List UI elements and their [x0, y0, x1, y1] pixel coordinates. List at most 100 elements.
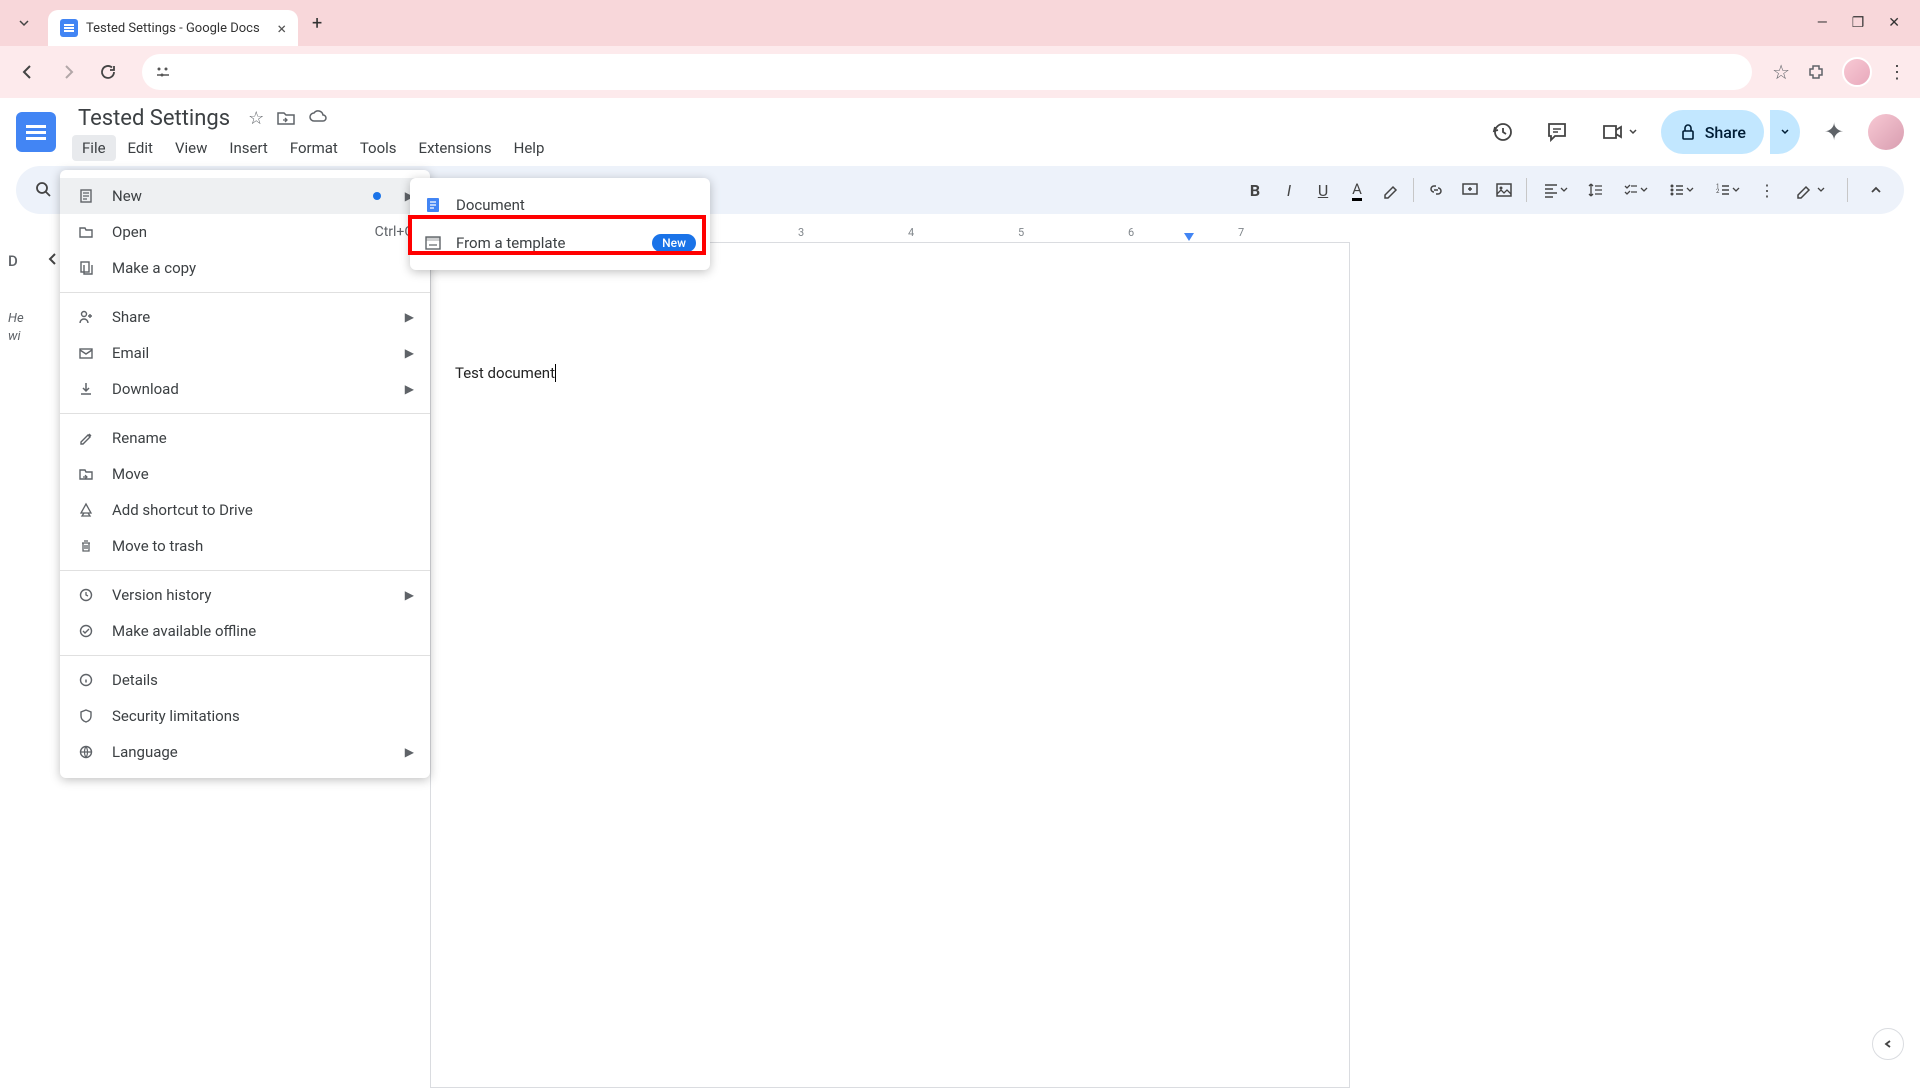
- line-spacing-icon[interactable]: [1579, 174, 1611, 206]
- editing-mode-icon[interactable]: [1785, 174, 1835, 206]
- text-color-icon[interactable]: A: [1341, 174, 1373, 206]
- offline-icon: [76, 623, 96, 639]
- close-window-icon[interactable]: ✕: [1888, 15, 1900, 31]
- checklist-icon[interactable]: [1613, 174, 1657, 206]
- file-menu-language[interactable]: Language ▶: [60, 734, 430, 770]
- trash-icon: [76, 538, 96, 554]
- folder-open-icon: [76, 224, 96, 240]
- browser-toolbar: ☆ ⋮: [0, 46, 1920, 98]
- explore-button[interactable]: [1872, 1028, 1904, 1060]
- menu-format[interactable]: Format: [280, 135, 348, 161]
- search-icon[interactable]: [28, 174, 60, 206]
- maximize-icon[interactable]: ❐: [1852, 15, 1865, 31]
- outline-hint: He wi: [8, 310, 62, 346]
- star-icon[interactable]: ☆: [248, 108, 264, 129]
- new-tab-button[interactable]: +: [312, 13, 322, 34]
- back-button[interactable]: [14, 58, 42, 86]
- tab-search-button[interactable]: [8, 7, 40, 39]
- vertical-ruler: [0, 222, 28, 242]
- numbered-list-icon[interactable]: 12: [1705, 174, 1749, 206]
- share-label: Share: [1705, 123, 1746, 142]
- gemini-icon[interactable]: ✦: [1814, 112, 1854, 152]
- submenu-arrow-icon: ▶: [405, 310, 414, 324]
- italic-icon[interactable]: I: [1273, 174, 1305, 206]
- extensions-icon[interactable]: [1806, 62, 1826, 82]
- docs-logo[interactable]: [16, 112, 56, 152]
- submenu-arrow-icon: ▶: [405, 745, 414, 759]
- menu-edit[interactable]: Edit: [118, 135, 163, 161]
- close-tab-icon[interactable]: ×: [277, 19, 286, 38]
- document-icon: [76, 188, 96, 204]
- file-menu-open[interactable]: Open Ctrl+O: [60, 214, 430, 250]
- file-menu-offline[interactable]: Make available offline: [60, 613, 430, 649]
- menu-help[interactable]: Help: [504, 135, 555, 161]
- file-menu-share[interactable]: Share ▶: [60, 299, 430, 335]
- document-page[interactable]: Test document: [430, 242, 1350, 1088]
- file-menu-make-copy[interactable]: Make a copy: [60, 250, 430, 286]
- browser-menu-icon[interactable]: ⋮: [1888, 62, 1906, 83]
- docs-favicon: [60, 19, 78, 37]
- cloud-status-icon[interactable]: [308, 107, 330, 129]
- file-menu-email[interactable]: Email ▶: [60, 335, 430, 371]
- menu-view[interactable]: View: [165, 135, 217, 161]
- bold-icon[interactable]: B: [1239, 174, 1271, 206]
- tab-title: Tested Settings - Google Docs: [86, 21, 269, 36]
- underline-icon[interactable]: U: [1307, 174, 1339, 206]
- svg-text:2: 2: [1716, 188, 1720, 195]
- insert-image-icon[interactable]: [1488, 174, 1520, 206]
- minimize-icon[interactable]: —: [1817, 15, 1828, 31]
- collapse-toolbar-icon[interactable]: [1860, 174, 1892, 206]
- submenu-document[interactable]: Document: [410, 186, 710, 224]
- file-menu-security[interactable]: Security limitations: [60, 698, 430, 734]
- forward-button[interactable]: [54, 58, 82, 86]
- new-badge: New: [652, 234, 696, 252]
- document-title[interactable]: Tested Settings: [72, 104, 236, 133]
- version-history-icon[interactable]: [1483, 112, 1523, 152]
- align-icon[interactable]: [1533, 174, 1577, 206]
- share-dropdown[interactable]: [1770, 110, 1800, 154]
- menu-bar: File Edit View Insert Format Tools Exten…: [72, 135, 1475, 161]
- template-icon: [424, 234, 442, 252]
- menu-file[interactable]: File: [72, 135, 116, 161]
- move-folder-icon[interactable]: [276, 108, 296, 128]
- reload-button[interactable]: [94, 58, 122, 86]
- bookmark-icon[interactable]: ☆: [1772, 60, 1790, 84]
- globe-icon: [76, 744, 96, 760]
- file-menu-new[interactable]: New ▶: [60, 178, 430, 214]
- comments-icon[interactable]: [1537, 112, 1577, 152]
- move-icon: [76, 466, 96, 482]
- menu-insert[interactable]: Insert: [219, 135, 277, 161]
- file-menu-add-shortcut[interactable]: Add shortcut to Drive: [60, 492, 430, 528]
- menu-extensions[interactable]: Extensions: [409, 135, 502, 161]
- bullet-list-icon[interactable]: [1659, 174, 1703, 206]
- browser-profile-avatar[interactable]: [1842, 57, 1872, 87]
- file-menu-rename[interactable]: Rename: [60, 420, 430, 456]
- submenu-arrow-icon: ▶: [405, 382, 414, 396]
- doc-icon: [424, 196, 442, 214]
- file-menu-download[interactable]: Download ▶: [60, 371, 430, 407]
- more-options-icon[interactable]: ⋮: [1751, 174, 1783, 206]
- submenu-arrow-icon: ▶: [405, 346, 414, 360]
- meet-icon[interactable]: [1591, 112, 1647, 152]
- file-menu-trash[interactable]: Move to trash: [60, 528, 430, 564]
- download-icon: [76, 381, 96, 397]
- file-menu-version-history[interactable]: Version history ▶: [60, 577, 430, 613]
- share-person-icon: [76, 309, 96, 325]
- browser-tab-strip: Tested Settings - Google Docs × + — ❐ ✕: [0, 0, 1920, 46]
- site-settings-icon[interactable]: [154, 63, 172, 81]
- share-button[interactable]: Share: [1661, 110, 1764, 154]
- document-content[interactable]: Test document: [455, 364, 556, 382]
- link-icon[interactable]: [1420, 174, 1452, 206]
- add-comment-icon[interactable]: [1454, 174, 1486, 206]
- browser-tab[interactable]: Tested Settings - Google Docs ×: [48, 10, 298, 46]
- highlight-icon[interactable]: [1375, 174, 1407, 206]
- menu-tools[interactable]: Tools: [350, 135, 407, 161]
- drive-shortcut-icon: [76, 502, 96, 518]
- right-indent-marker[interactable]: [1183, 232, 1195, 242]
- address-bar[interactable]: [142, 54, 1752, 90]
- file-menu-move[interactable]: Move: [60, 456, 430, 492]
- user-avatar[interactable]: [1868, 114, 1904, 150]
- new-indicator-dot: [373, 192, 381, 200]
- submenu-from-template[interactable]: From a template New: [410, 224, 710, 262]
- file-menu-details[interactable]: Details: [60, 662, 430, 698]
